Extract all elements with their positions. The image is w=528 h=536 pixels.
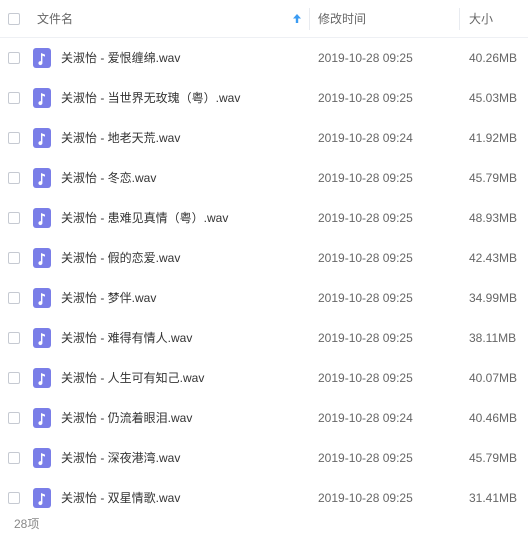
music-file-icon (33, 88, 51, 108)
file-modified: 2019-10-28 09:25 (318, 51, 413, 65)
file-name[interactable]: 关淑怡 - 地老天荒.wav (61, 118, 180, 158)
file-row[interactable]: 关淑怡 - 梦伴.wav 2019-10-28 09:25 34.99MB (0, 278, 528, 318)
file-size: 42.43MB (469, 251, 518, 265)
file-modified: 2019-10-28 09:25 (318, 371, 413, 385)
file-size: 40.46MB (469, 411, 518, 425)
row-checkbox[interactable] (8, 172, 20, 184)
row-checkbox[interactable] (8, 492, 20, 504)
row-checkbox[interactable] (8, 252, 20, 264)
music-file-icon (33, 368, 51, 388)
file-size: 45.03MB (469, 91, 518, 105)
row-checkbox[interactable] (8, 132, 20, 144)
file-modified: 2019-10-28 09:25 (318, 331, 413, 345)
music-file-icon (33, 248, 51, 268)
file-row[interactable]: 关淑怡 - 爱恨缠绵.wav 2019-10-28 09:25 40.26MB (0, 38, 528, 78)
row-checkbox[interactable] (8, 92, 20, 104)
file-name[interactable]: 关淑怡 - 冬恋.wav (61, 158, 156, 198)
file-modified: 2019-10-28 09:25 (318, 171, 413, 185)
music-file-icon (33, 288, 51, 308)
row-checkbox[interactable] (8, 412, 20, 424)
file-name[interactable]: 关淑怡 - 爱恨缠绵.wav (61, 38, 180, 78)
file-name[interactable]: 关淑怡 - 当世界无玫瑰（粤）.wav (61, 78, 240, 118)
music-file-icon (33, 208, 51, 228)
file-row[interactable]: 关淑怡 - 当世界无玫瑰（粤）.wav 2019-10-28 09:25 45.03… (0, 78, 528, 118)
file-name[interactable]: 关淑怡 - 难得有情人.wav (61, 318, 192, 358)
file-row[interactable]: 关淑怡 - 仍流着眼泪.wav 2019-10-28 09:24 40.46MB (0, 398, 528, 438)
column-divider[interactable] (459, 8, 460, 30)
file-row[interactable]: 关淑怡 - 冬恋.wav 2019-10-28 09:25 45.79MB (0, 158, 528, 198)
file-row[interactable]: 关淑怡 - 难得有情人.wav 2019-10-28 09:25 38.11MB (0, 318, 528, 358)
file-name[interactable]: 关淑怡 - 假的恋爱.wav (61, 238, 180, 278)
row-checkbox[interactable] (8, 372, 20, 384)
row-checkbox[interactable] (8, 452, 20, 464)
select-all-checkbox[interactable] (8, 13, 20, 25)
file-name[interactable]: 关淑怡 - 患难见真情（粤）.wav (61, 198, 228, 238)
file-size: 34.99MB (469, 291, 518, 305)
row-checkbox[interactable] (8, 212, 20, 224)
file-modified: 2019-10-28 09:25 (318, 291, 413, 305)
file-modified: 2019-10-28 09:24 (318, 131, 413, 145)
file-modified: 2019-10-28 09:25 (318, 91, 413, 105)
music-file-icon (33, 408, 51, 428)
column-header-name[interactable]: 文件名 (37, 0, 73, 38)
row-checkbox[interactable] (8, 292, 20, 304)
item-count: 28项 (14, 517, 40, 531)
file-row[interactable]: 关淑怡 - 深夜港湾.wav 2019-10-28 09:25 45.79MB (0, 438, 528, 478)
music-file-icon (33, 488, 51, 508)
music-file-icon (33, 48, 51, 68)
music-file-icon (33, 128, 51, 148)
file-modified: 2019-10-28 09:25 (318, 211, 413, 225)
file-name[interactable]: 关淑怡 - 人生可有知己.wav (61, 358, 204, 398)
file-modified: 2019-10-28 09:25 (318, 451, 413, 465)
music-file-icon (33, 328, 51, 348)
file-size: 48.93MB (469, 211, 518, 225)
file-row[interactable]: 关淑怡 - 人生可有知己.wav 2019-10-28 09:25 40.07MB (0, 358, 528, 398)
file-name[interactable]: 关淑怡 - 梦伴.wav (61, 278, 156, 318)
file-size: 40.26MB (469, 51, 518, 65)
file-modified: 2019-10-28 09:24 (318, 411, 413, 425)
file-size: 41.92MB (469, 131, 518, 145)
file-name[interactable]: 关淑怡 - 仍流着眼泪.wav (61, 398, 192, 438)
music-file-icon (33, 448, 51, 468)
file-size: 38.11MB (469, 331, 517, 345)
column-header-size[interactable]: 大小 (469, 0, 493, 38)
file-row[interactable]: 关淑怡 - 地老天荒.wav 2019-10-28 09:24 41.92MB (0, 118, 528, 158)
file-row[interactable]: 关淑怡 - 假的恋爱.wav 2019-10-28 09:25 42.43MB (0, 238, 528, 278)
file-size: 45.79MB (469, 171, 518, 185)
row-checkbox[interactable] (8, 332, 20, 344)
column-divider[interactable] (309, 8, 310, 30)
column-header-modified[interactable]: 修改时间 (318, 0, 366, 38)
row-checkbox[interactable] (8, 52, 20, 64)
file-size: 40.07MB (469, 371, 518, 385)
file-size: 45.79MB (469, 451, 518, 465)
file-name[interactable]: 关淑怡 - 深夜港湾.wav (61, 438, 180, 478)
file-row[interactable]: 关淑怡 - 患难见真情（粤）.wav 2019-10-28 09:25 48.93M… (0, 198, 528, 238)
arrow-up-icon[interactable] (292, 13, 302, 27)
music-file-icon (33, 168, 51, 188)
file-modified: 2019-10-28 09:25 (318, 251, 413, 265)
file-list-header: 文件名 修改时间 大小 (0, 0, 528, 38)
